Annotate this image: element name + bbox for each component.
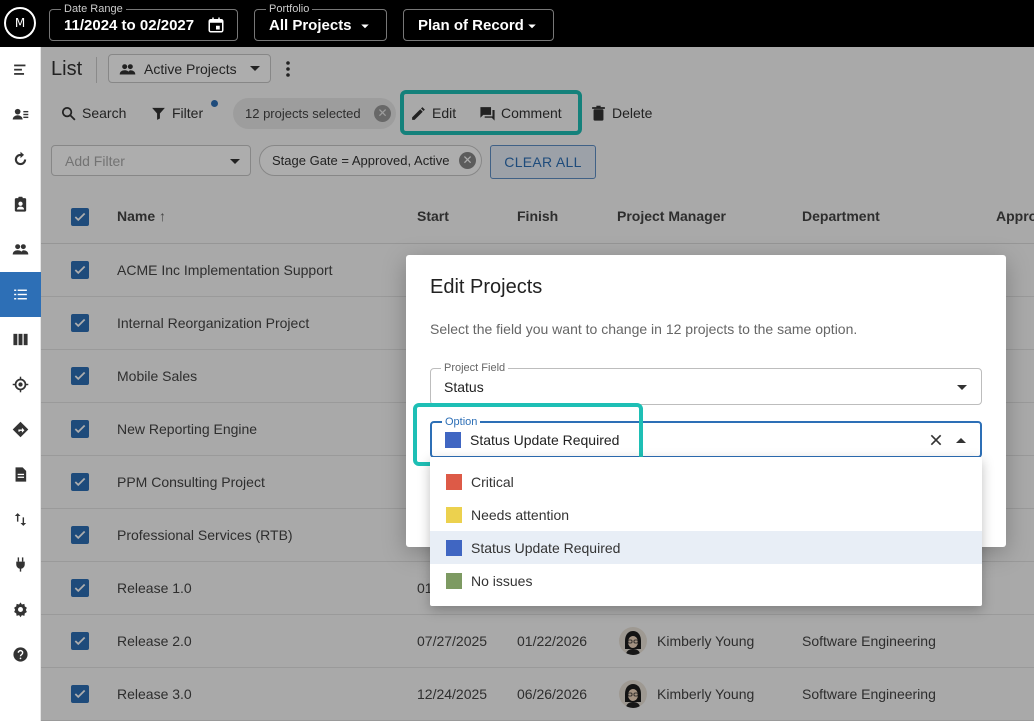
chevron-down-icon (957, 385, 967, 390)
option-item-label: No issues (471, 572, 533, 589)
no-issues-swatch (446, 572, 462, 589)
swap-vertical-icon (14, 513, 27, 526)
scenario-value: Plan of Record (418, 16, 524, 34)
date-range-label: Date Range (61, 2, 126, 16)
person-list-icon (12, 108, 29, 120)
left-nav (0, 47, 41, 721)
option-no-issues[interactable]: No issues (430, 564, 982, 597)
nav-documents[interactable] (0, 452, 41, 497)
option-dropdown-menu: Critical Needs attention Status Update R… (430, 457, 982, 606)
chevron-up-icon[interactable] (956, 438, 966, 443)
option-status-update-required[interactable]: Status Update Required (430, 531, 982, 564)
nav-list[interactable] (0, 272, 41, 317)
menu-icon (14, 64, 26, 75)
chevron-down-icon (528, 24, 536, 29)
plug-icon (16, 557, 25, 572)
portfolio-select[interactable]: Portfolio All Projects (254, 2, 387, 41)
app-logo[interactable]: M (4, 7, 36, 39)
option-needs-attention[interactable]: Needs attention (430, 498, 982, 531)
nav-board[interactable] (0, 317, 41, 362)
nav-refresh[interactable] (0, 137, 41, 182)
target-icon (12, 376, 29, 393)
project-field-select[interactable]: Project Field Status (430, 361, 982, 405)
dialog-description: Select the field you want to change in 1… (430, 321, 858, 337)
nav-integrations[interactable] (0, 542, 41, 587)
option-item-label: Status Update Required (471, 539, 621, 556)
option-item-label: Needs attention (471, 506, 570, 523)
list-icon (14, 289, 27, 300)
option-item-label: Critical (471, 473, 514, 490)
project-field-label: Project Field (441, 361, 509, 375)
project-field-value: Status (444, 378, 484, 395)
nav-target[interactable] (0, 362, 41, 407)
calendar-icon (208, 17, 224, 33)
option-critical[interactable]: Critical (430, 465, 982, 498)
nav-assignments[interactable] (0, 182, 41, 227)
directions-icon (12, 421, 29, 438)
top-bar: M Date Range 11/2024 to 02/2027 Portfoli… (0, 0, 1034, 47)
nav-settings[interactable] (0, 587, 41, 632)
portfolio-value: All Projects (269, 16, 352, 34)
critical-swatch (446, 473, 462, 490)
nav-resources[interactable] (0, 227, 41, 272)
scenario-select[interactable]: Plan of Record (403, 9, 554, 41)
clear-icon[interactable] (928, 432, 944, 448)
nav-people[interactable] (0, 92, 41, 137)
portfolio-label: Portfolio (266, 2, 313, 16)
nav-roadmap[interactable] (0, 407, 41, 452)
nav-import-export[interactable] (0, 497, 41, 542)
clipboard-person-icon (14, 196, 27, 212)
document-icon (15, 467, 27, 482)
nav-help[interactable] (0, 632, 41, 677)
columns-icon (13, 333, 28, 346)
date-range-picker[interactable]: Date Range 11/2024 to 02/2027 (49, 2, 238, 41)
people-icon (12, 244, 29, 255)
needs-attention-swatch (446, 506, 462, 523)
nav-menu[interactable] (0, 47, 41, 92)
date-range-value: 11/2024 to 02/2027 (64, 16, 195, 34)
status-update-swatch (446, 539, 462, 556)
refresh-icon (14, 151, 27, 166)
chevron-down-icon (361, 24, 369, 29)
help-icon (13, 647, 28, 662)
dialog-title: Edit Projects (430, 276, 543, 298)
gear-icon (14, 602, 27, 618)
